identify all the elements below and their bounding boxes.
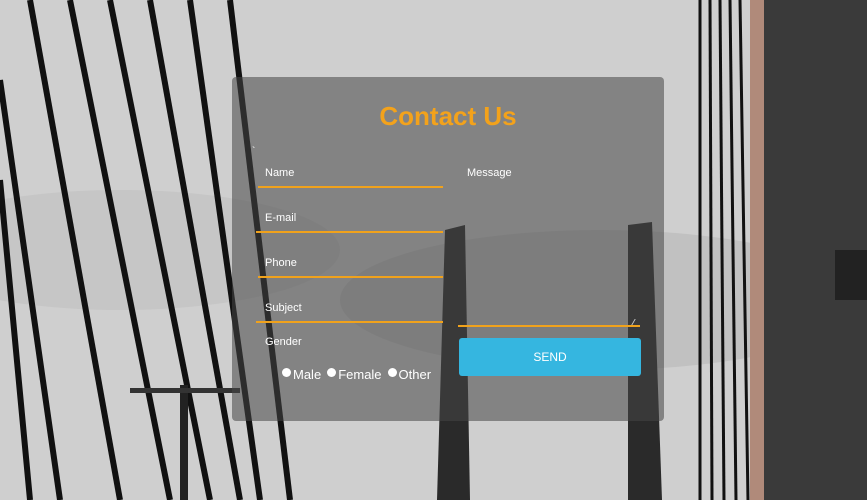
email-underline [256, 231, 443, 233]
subject-underline [256, 321, 443, 323]
message-underline [458, 322, 640, 327]
radio-circle-icon[interactable] [282, 368, 291, 377]
gender-label: Gender [265, 336, 302, 348]
gender-option-label: Male [293, 367, 322, 382]
name-placeholder: Name [265, 167, 295, 179]
form-title: Contact Us [379, 101, 517, 131]
send-button[interactable]: SEND [459, 338, 641, 376]
resize-handle-icon[interactable] [631, 319, 644, 325]
gender-option-other[interactable]: Other [387, 367, 432, 382]
gender-option-female[interactable]: Female [327, 367, 382, 382]
email-placeholder: E-mail [265, 212, 297, 224]
subject-placeholder: Subject [265, 302, 302, 314]
phone-placeholder: Phone [265, 257, 297, 269]
phone-underline [258, 276, 443, 278]
gender-option-label: Female [338, 367, 382, 382]
gender-option-label: Other [398, 367, 432, 382]
message-placeholder: Message [467, 167, 512, 179]
contact-form-panel: Contact Us ` Name E-mail Phone Subject G… [232, 77, 664, 421]
gender-radio-group: Male Female Other [282, 367, 431, 382]
stray-mark: ` [252, 146, 256, 157]
radio-circle-icon[interactable] [387, 368, 397, 377]
name-underline [258, 186, 443, 188]
gender-option-male[interactable]: Male [282, 367, 321, 382]
radio-circle-icon[interactable] [327, 368, 337, 377]
